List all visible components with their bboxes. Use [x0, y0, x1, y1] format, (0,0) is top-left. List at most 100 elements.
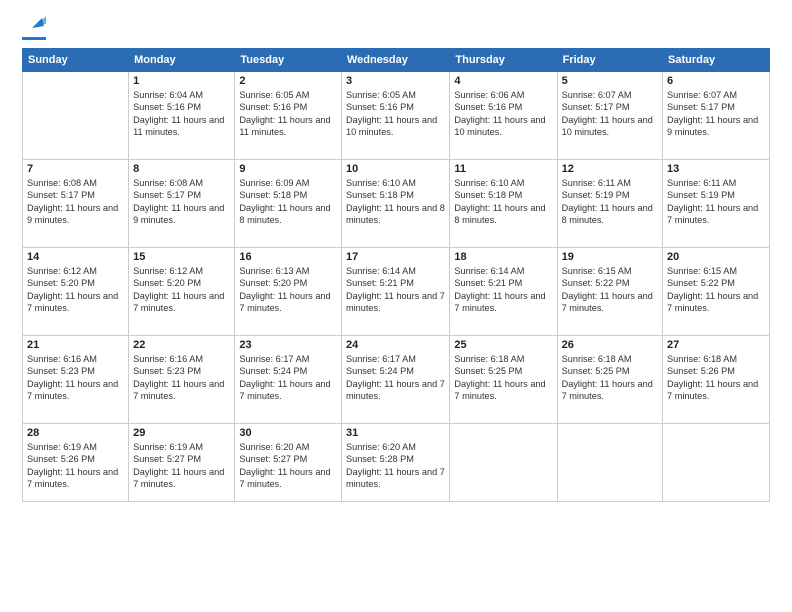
day-number: 27 [667, 339, 765, 351]
day-number: 3 [346, 75, 445, 87]
calendar-cell: 11 Sunrise: 6:10 AMSunset: 5:18 PMDayligh… [450, 160, 557, 248]
day-info: Sunrise: 6:06 AMSunset: 5:16 PMDaylight:… [454, 89, 552, 139]
day-number: 7 [27, 163, 124, 175]
day-info: Sunrise: 6:15 AMSunset: 5:22 PMDaylight:… [562, 265, 658, 315]
day-info: Sunrise: 6:16 AMSunset: 5:23 PMDaylight:… [133, 353, 230, 403]
day-number: 10 [346, 163, 445, 175]
day-number: 16 [239, 251, 337, 263]
calendar-header-row: SundayMondayTuesdayWednesdayThursdayFrid… [23, 49, 770, 72]
calendar-cell: 16 Sunrise: 6:13 AMSunset: 5:20 PMDayligh… [235, 248, 342, 336]
day-number: 18 [454, 251, 552, 263]
day-number: 23 [239, 339, 337, 351]
day-info: Sunrise: 6:10 AMSunset: 5:18 PMDaylight:… [454, 177, 552, 227]
day-info: Sunrise: 6:20 AMSunset: 5:27 PMDaylight:… [239, 441, 337, 491]
day-info: Sunrise: 6:19 AMSunset: 5:27 PMDaylight:… [133, 441, 230, 491]
day-number: 26 [562, 339, 658, 351]
day-number: 25 [454, 339, 552, 351]
calendar-cell: 17 Sunrise: 6:14 AMSunset: 5:21 PMDayligh… [341, 248, 449, 336]
day-info: Sunrise: 6:16 AMSunset: 5:23 PMDaylight:… [27, 353, 124, 403]
calendar-cell: 25Sunrise: 6:18 AMSunset: 5:25 PMDayligh… [450, 336, 557, 424]
day-info: Sunrise: 6:14 AMSunset: 5:21 PMDaylight:… [454, 265, 552, 315]
calendar-cell: 2 Sunrise: 6:05 AMSunset: 5:16 PMDaylight… [235, 72, 342, 160]
calendar-table: SundayMondayTuesdayWednesdayThursdayFrid… [22, 48, 770, 502]
calendar-cell: 8 Sunrise: 6:08 AMSunset: 5:17 PMDaylight… [129, 160, 235, 248]
day-number: 8 [133, 163, 230, 175]
calendar-cell: 5 Sunrise: 6:07 AMSunset: 5:17 PMDaylight… [557, 72, 662, 160]
day-number: 5 [562, 75, 658, 87]
col-header-tuesday: Tuesday [235, 49, 342, 72]
col-header-wednesday: Wednesday [341, 49, 449, 72]
day-info: Sunrise: 6:12 AMSunset: 5:20 PMDaylight:… [133, 265, 230, 315]
day-info: Sunrise: 6:14 AMSunset: 5:21 PMDaylight:… [346, 265, 445, 315]
calendar-cell: 30 Sunrise: 6:20 AMSunset: 5:27 PMDayligh… [235, 424, 342, 502]
calendar-cell: 19 Sunrise: 6:15 AMSunset: 5:22 PMDayligh… [557, 248, 662, 336]
calendar-cell: 21 Sunrise: 6:16 AMSunset: 5:23 PMDayligh… [23, 336, 129, 424]
day-number: 11 [454, 163, 552, 175]
day-info: Sunrise: 6:05 AMSunset: 5:16 PMDaylight:… [239, 89, 337, 139]
day-number: 15 [133, 251, 230, 263]
calendar-week-row: 21 Sunrise: 6:16 AMSunset: 5:23 PMDayligh… [23, 336, 770, 424]
calendar-cell: 9Sunrise: 6:09 AMSunset: 5:18 PMDaylight… [235, 160, 342, 248]
day-info: Sunrise: 6:18 AMSunset: 5:26 PMDaylight:… [667, 353, 765, 403]
day-info: Sunrise: 6:17 AMSunset: 5:24 PMDaylight:… [239, 353, 337, 403]
calendar-cell: 18 Sunrise: 6:14 AMSunset: 5:21 PMDayligh… [450, 248, 557, 336]
calendar-cell: 7 Sunrise: 6:08 AMSunset: 5:17 PMDaylight… [23, 160, 129, 248]
calendar-cell: 27 Sunrise: 6:18 AMSunset: 5:26 PMDayligh… [663, 336, 770, 424]
day-info: Sunrise: 6:18 AMSunset: 5:25 PMDaylight:… [562, 353, 658, 403]
day-number: 30 [239, 427, 337, 439]
day-number: 17 [346, 251, 445, 263]
day-info: Sunrise: 6:11 AMSunset: 5:19 PMDaylight:… [562, 177, 658, 227]
col-header-sunday: Sunday [23, 49, 129, 72]
day-info: Sunrise: 6:11 AMSunset: 5:19 PMDaylight:… [667, 177, 765, 227]
col-header-friday: Friday [557, 49, 662, 72]
calendar-cell: 20Sunrise: 6:15 AMSunset: 5:22 PMDayligh… [663, 248, 770, 336]
logo [22, 18, 46, 40]
calendar-cell: 10Sunrise: 6:10 AMSunset: 5:18 PMDayligh… [341, 160, 449, 248]
day-info: Sunrise: 6:08 AMSunset: 5:17 PMDaylight:… [27, 177, 124, 227]
day-info: Sunrise: 6:04 AMSunset: 5:16 PMDaylight:… [133, 89, 230, 139]
day-number: 21 [27, 339, 124, 351]
calendar-cell: 22 Sunrise: 6:16 AMSunset: 5:23 PMDayligh… [129, 336, 235, 424]
calendar-cell: 23 Sunrise: 6:17 AMSunset: 5:24 PMDayligh… [235, 336, 342, 424]
day-info: Sunrise: 6:20 AMSunset: 5:28 PMDaylight:… [346, 441, 445, 491]
day-number: 29 [133, 427, 230, 439]
day-number: 6 [667, 75, 765, 87]
header [22, 18, 770, 40]
calendar-cell: 12 Sunrise: 6:11 AMSunset: 5:19 PMDayligh… [557, 160, 662, 248]
calendar-week-row: 7 Sunrise: 6:08 AMSunset: 5:17 PMDaylight… [23, 160, 770, 248]
day-number: 13 [667, 163, 765, 175]
calendar-cell: 13 Sunrise: 6:11 AMSunset: 5:19 PMDayligh… [663, 160, 770, 248]
calendar-cell: 28 Sunrise: 6:19 AMSunset: 5:26 PMDayligh… [23, 424, 129, 502]
calendar-cell: 6 Sunrise: 6:07 AMSunset: 5:17 PMDaylight… [663, 72, 770, 160]
calendar-cell [23, 72, 129, 160]
calendar-week-row: 14 Sunrise: 6:12 AMSunset: 5:20 PMDayligh… [23, 248, 770, 336]
day-number: 28 [27, 427, 124, 439]
calendar-week-row: 1Sunrise: 6:04 AMSunset: 5:16 PMDaylight… [23, 72, 770, 160]
day-number: 20 [667, 251, 765, 263]
calendar-cell [663, 424, 770, 502]
day-info: Sunrise: 6:12 AMSunset: 5:20 PMDaylight:… [27, 265, 124, 315]
col-header-monday: Monday [129, 49, 235, 72]
calendar-cell: 31Sunrise: 6:20 AMSunset: 5:28 PMDayligh… [341, 424, 449, 502]
calendar-cell: 14 Sunrise: 6:12 AMSunset: 5:20 PMDayligh… [23, 248, 129, 336]
calendar-cell: 29 Sunrise: 6:19 AMSunset: 5:27 PMDayligh… [129, 424, 235, 502]
day-info: Sunrise: 6:17 AMSunset: 5:24 PMDaylight:… [346, 353, 445, 403]
day-info: Sunrise: 6:07 AMSunset: 5:17 PMDaylight:… [562, 89, 658, 139]
calendar-cell: 26 Sunrise: 6:18 AMSunset: 5:25 PMDayligh… [557, 336, 662, 424]
day-info: Sunrise: 6:13 AMSunset: 5:20 PMDaylight:… [239, 265, 337, 315]
day-number: 14 [27, 251, 124, 263]
calendar-cell: 15 Sunrise: 6:12 AMSunset: 5:20 PMDayligh… [129, 248, 235, 336]
logo-bird-icon [24, 14, 46, 36]
col-header-thursday: Thursday [450, 49, 557, 72]
day-number: 9 [239, 163, 337, 175]
day-number: 4 [454, 75, 552, 87]
calendar-week-row: 28 Sunrise: 6:19 AMSunset: 5:26 PMDayligh… [23, 424, 770, 502]
calendar-cell: 24Sunrise: 6:17 AMSunset: 5:24 PMDayligh… [341, 336, 449, 424]
day-number: 19 [562, 251, 658, 263]
day-info: Sunrise: 6:19 AMSunset: 5:26 PMDaylight:… [27, 441, 124, 491]
day-number: 22 [133, 339, 230, 351]
day-number: 2 [239, 75, 337, 87]
day-info: Sunrise: 6:07 AMSunset: 5:17 PMDaylight:… [667, 89, 765, 139]
day-number: 12 [562, 163, 658, 175]
day-info: Sunrise: 6:08 AMSunset: 5:17 PMDaylight:… [133, 177, 230, 227]
